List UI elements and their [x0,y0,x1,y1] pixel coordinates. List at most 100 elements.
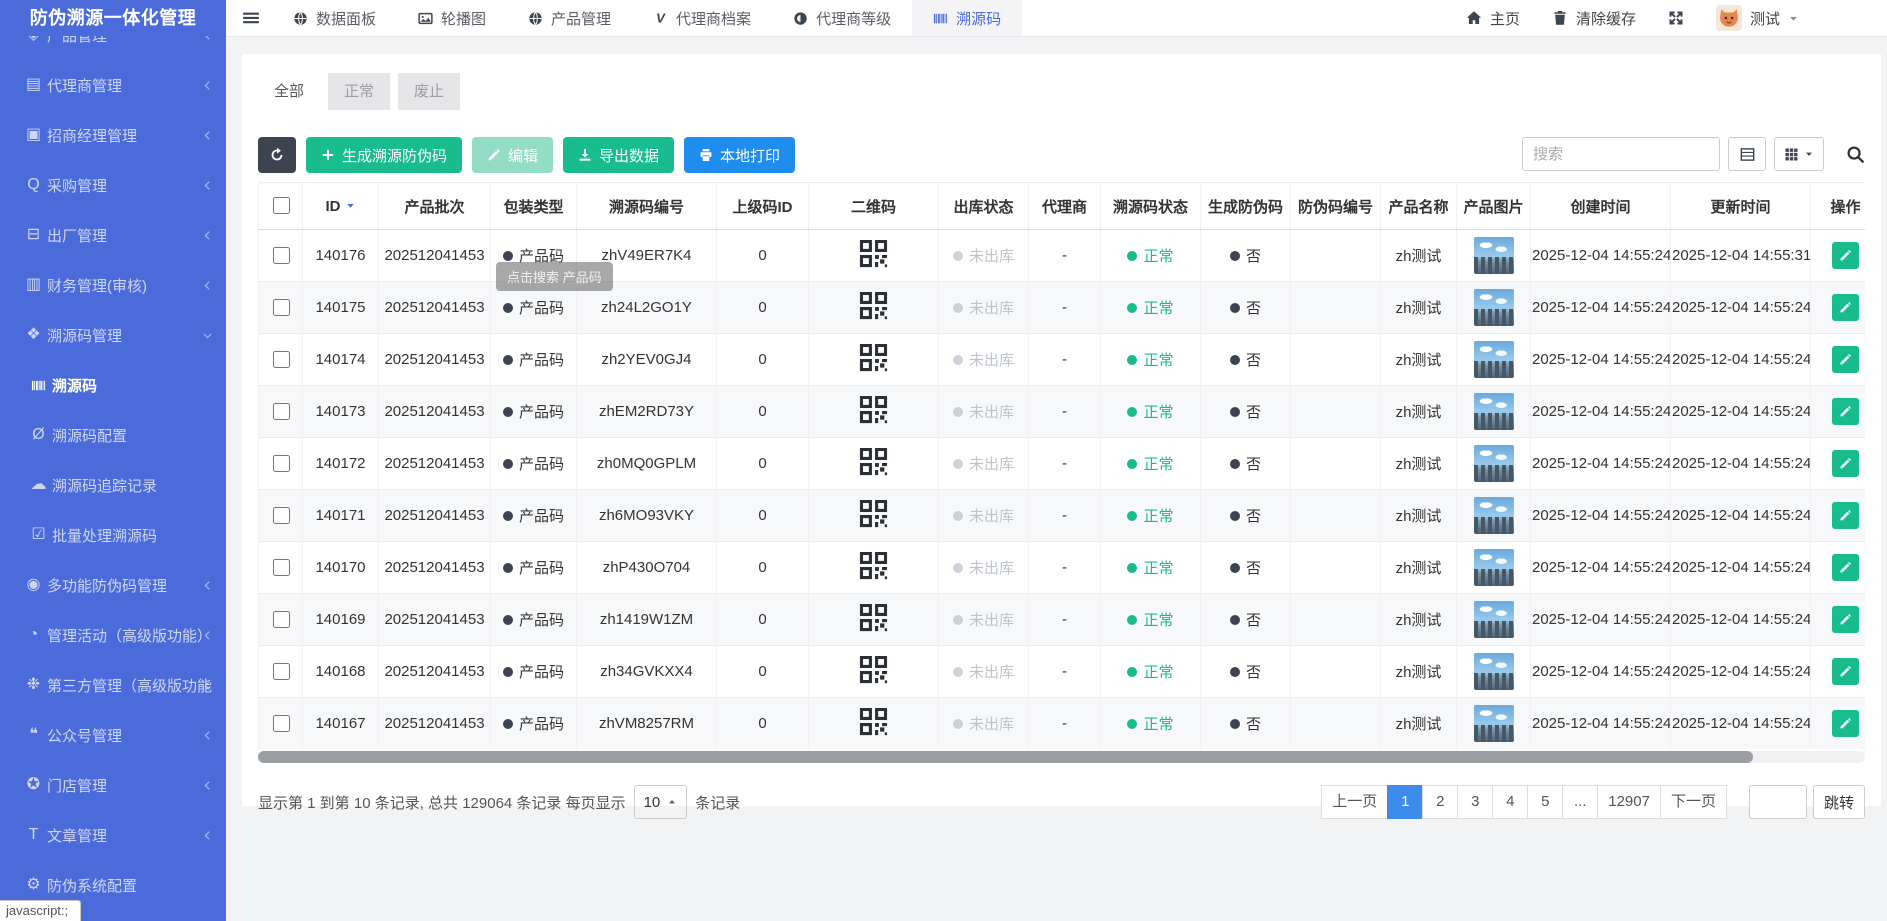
product-image[interactable] [1474,549,1514,586]
row-edit-button[interactable] [1832,398,1859,425]
row-checkbox[interactable] [273,351,290,368]
product-image[interactable] [1474,601,1514,638]
next-page-button[interactable]: 下一页 [1660,785,1727,819]
page-button-5[interactable]: 5 [1527,785,1563,819]
product-image[interactable] [1474,341,1514,378]
sidebar-item-代理商管理[interactable]: ▤代理商管理 [0,60,226,110]
sidebar-item-溯源码追踪记录[interactable]: ☁溯源码追踪记录 [0,460,226,510]
package-type-badge[interactable]: 产品码 [503,609,564,630]
qr-code-icon[interactable] [858,446,889,477]
qr-code-icon[interactable] [858,550,889,581]
sidebar-item-第三方管理（高级版功能）[interactable]: ❉第三方管理（高级版功能） [0,660,226,710]
refresh-button[interactable] [258,137,296,173]
package-type-badge[interactable]: 产品码 [503,245,564,266]
row-edit-button[interactable] [1832,242,1859,269]
sidebar-item-溯源码管理[interactable]: ❖溯源码管理 [0,310,226,360]
row-checkbox[interactable] [273,455,290,472]
qr-code-icon[interactable] [858,706,889,737]
qr-code-icon[interactable] [858,498,889,529]
nav-item-产品管理[interactable]: 产品管理 [507,0,632,36]
sidebar-item-招商经理管理[interactable]: ▣招商经理管理 [0,110,226,160]
page-button-1[interactable]: 1 [1387,785,1423,819]
nav-link-expand[interactable] [1668,10,1684,26]
qr-code-icon[interactable] [858,238,889,269]
detail-view-button[interactable] [1728,137,1766,171]
sidebar-item-公众号管理[interactable]: ❝公众号管理 [0,710,226,760]
row-checkbox[interactable] [273,663,290,680]
package-type-badge[interactable]: 产品码 [503,401,564,422]
product-image[interactable] [1474,393,1514,430]
generate-code-button[interactable]: 生成溯源防伪码 [306,137,462,173]
page-button-3[interactable]: 3 [1457,785,1493,819]
product-image[interactable] [1474,289,1514,326]
row-edit-button[interactable] [1832,346,1859,373]
page-button-4[interactable]: 4 [1492,785,1528,819]
edit-button[interactable]: 编辑 [472,137,553,173]
qr-code-icon[interactable] [858,654,889,685]
package-type-badge[interactable]: 产品码 [503,661,564,682]
nav-item-溯源码[interactable]: 溯源码 [912,0,1022,36]
tab-废止[interactable]: 废止 [398,73,460,110]
tab-正常[interactable]: 正常 [328,73,390,110]
column-header-ID[interactable]: ID [303,183,379,230]
prev-page-button[interactable]: 上一页 [1321,785,1388,819]
row-checkbox[interactable] [273,507,290,524]
package-type-badge[interactable]: 产品码 [503,505,564,526]
package-type-badge[interactable]: 产品码 [503,297,564,318]
nav-item-代理商等级[interactable]: 代理商等级 [772,0,912,36]
product-image[interactable] [1474,237,1514,274]
row-edit-button[interactable] [1832,450,1859,477]
product-image[interactable] [1474,705,1514,742]
nav-link-清除缓存[interactable]: 清除缓存 [1552,8,1636,29]
package-type-badge[interactable]: 产品码 [503,713,564,734]
package-type-badge[interactable]: 产品码 [503,453,564,474]
row-checkbox[interactable] [273,559,290,576]
nav-item-轮播图[interactable]: 轮播图 [397,0,507,36]
nav-item-数据面板[interactable]: 数据面板 [272,0,397,36]
sidebar-item-管理活动（高级版功能）[interactable]: ◔管理活动（高级版功能） [0,610,226,660]
sidebar-item-文章管理[interactable]: T文章管理 [0,810,226,860]
local-print-button[interactable]: 本地打印 [684,137,795,173]
sidebar-item-门店管理[interactable]: ✪门店管理 [0,760,226,810]
export-button[interactable]: 导出数据 [563,137,674,173]
sidebar-item-采购管理[interactable]: Q采购管理 [0,160,226,210]
tab-全部[interactable]: 全部 [258,73,320,110]
row-edit-button[interactable] [1832,294,1859,321]
row-checkbox[interactable] [273,403,290,420]
row-edit-button[interactable] [1832,710,1859,737]
product-image[interactable] [1474,497,1514,534]
search-input[interactable] [1522,137,1720,171]
horizontal-scrollbar[interactable] [258,751,1865,763]
sidebar-item-出厂管理[interactable]: ⊟出厂管理 [0,210,226,260]
nav-link-主页[interactable]: 主页 [1466,8,1520,29]
select-all-checkbox[interactable] [273,197,290,214]
sidebar-item-溯源码[interactable]: 溯源码 [0,360,226,410]
product-image[interactable] [1474,653,1514,690]
qr-code-icon[interactable] [858,602,889,633]
row-checkbox[interactable] [273,247,290,264]
product-image[interactable] [1474,445,1514,482]
jump-button[interactable]: 跳转 [1813,785,1865,819]
column-header-select[interactable] [259,183,303,230]
scrollbar-thumb[interactable] [258,751,1753,763]
row-edit-button[interactable] [1832,502,1859,529]
sidebar-item-批量处理溯源码[interactable]: ☑批量处理溯源码 [0,510,226,560]
row-checkbox[interactable] [273,299,290,316]
jump-page-input[interactable] [1749,785,1807,819]
row-checkbox[interactable] [273,611,290,628]
page-size-select[interactable]: 10 [634,785,688,819]
search-icon[interactable] [1846,145,1865,164]
package-type-badge[interactable]: 产品码 [503,349,564,370]
qr-code-icon[interactable] [858,290,889,321]
sidebar-item-多功能防伪码管理[interactable]: ◉多功能防伪码管理 [0,560,226,610]
page-button-12907[interactable]: 12907 [1597,785,1661,819]
menu-toggle-icon[interactable] [242,9,260,27]
row-edit-button[interactable] [1832,554,1859,581]
columns-button[interactable] [1774,137,1824,171]
qr-code-icon[interactable] [858,394,889,425]
qr-code-icon[interactable] [858,342,889,373]
nav-item-代理商档案[interactable]: V代理商档案 [632,0,772,36]
row-edit-button[interactable] [1832,658,1859,685]
page-button-2[interactable]: 2 [1422,785,1458,819]
row-checkbox[interactable] [273,715,290,732]
